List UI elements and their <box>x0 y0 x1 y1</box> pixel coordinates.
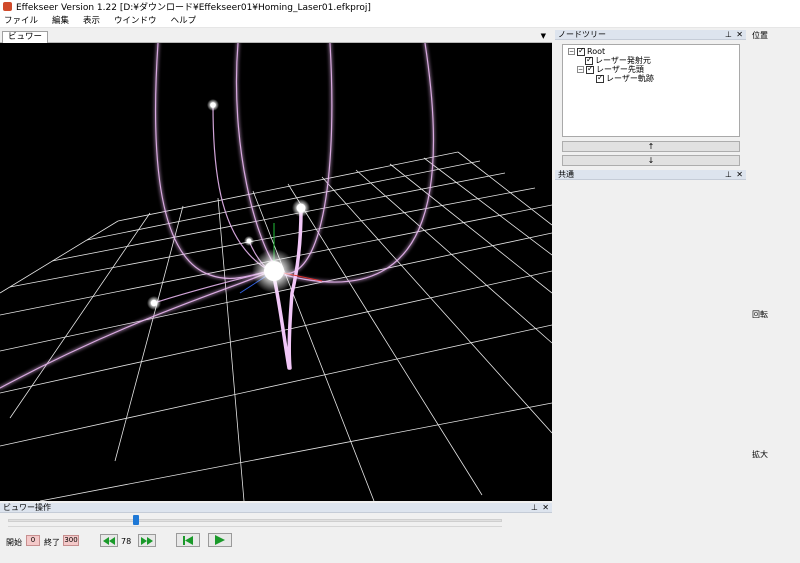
rewind-icon <box>103 536 115 545</box>
viewer-viewport[interactable] <box>0 43 552 501</box>
start-label: 開始 <box>6 538 22 547</box>
checkbox-icon[interactable] <box>596 73 604 83</box>
menu-edit[interactable]: 編集 <box>52 14 69 26</box>
emitter-glow <box>252 249 296 293</box>
end-frame-input[interactable]: 300 <box>63 535 79 546</box>
chevron-down-icon[interactable]: ▼ <box>541 32 546 40</box>
title-bar: Effekseer Version 1.22 [D:¥ダウンロード¥Effeks… <box>0 0 800 13</box>
scale-tab[interactable]: 拡大 <box>752 449 768 460</box>
collapse-icon[interactable]: − <box>568 48 575 55</box>
back-to-start-button[interactable] <box>176 533 200 547</box>
node-tree[interactable]: − Root レーザー発射元 − レーザー先頭 レーザー軌跡 <box>562 44 740 137</box>
frame-slider-track[interactable] <box>8 519 502 522</box>
viewport-scene <box>0 43 552 501</box>
move-up-button[interactable]: ↑ <box>562 141 740 152</box>
app-icon <box>3 2 12 11</box>
close-icon[interactable]: ✕ <box>542 503 549 512</box>
menu-file[interactable]: ファイル <box>4 14 38 26</box>
frame-slider-thumb[interactable] <box>133 515 140 525</box>
collapse-icon[interactable]: − <box>577 66 584 73</box>
current-frame: 78 <box>121 537 132 546</box>
tab-viewer[interactable]: ビュワー <box>2 31 49 43</box>
grid-floor <box>0 151 552 501</box>
window-title: Effekseer Version 1.22 [D:¥ダウンロード¥Effeks… <box>16 3 371 13</box>
play-icon <box>215 535 225 545</box>
viewer-tab-bar: ビュワー ▼ <box>0 29 552 43</box>
node-tree-header: ノードツリー ⊥ ✕ <box>555 30 746 40</box>
end-label: 終了 <box>44 538 60 547</box>
menu-help[interactable]: ヘルプ <box>171 14 197 26</box>
play-button[interactable] <box>208 533 232 547</box>
laser-trails <box>0 43 436 390</box>
checkbox-icon[interactable] <box>577 46 585 56</box>
tree-node-trail[interactable]: レーザー軌跡 <box>596 73 654 83</box>
viewer-ops-header: ビュワー操作 ⊥ ✕ <box>0 503 552 513</box>
menu-bar: ファイル 編集 表示 ウインドウ ヘルプ <box>0 13 800 28</box>
menu-view[interactable]: 表示 <box>83 14 100 26</box>
frame-range-track <box>8 526 502 527</box>
position-tab[interactable]: 位置 <box>752 30 768 41</box>
checkbox-icon[interactable] <box>586 64 594 74</box>
skip-back-icon <box>183 535 193 545</box>
rotation-tab[interactable]: 回転 <box>752 309 768 320</box>
pin-icon[interactable]: ⊥ <box>725 30 732 39</box>
common-header: 共通 ⊥ ✕ <box>555 170 746 180</box>
move-down-button[interactable]: ↓ <box>562 155 740 166</box>
close-icon[interactable]: ✕ <box>736 30 743 39</box>
fast-forward-icon <box>141 536 153 545</box>
menu-window[interactable]: ウインドウ <box>114 14 157 26</box>
pin-icon[interactable]: ⊥ <box>531 503 538 512</box>
close-icon[interactable]: ✕ <box>736 170 743 179</box>
step-back-button[interactable] <box>100 534 118 547</box>
step-forward-button[interactable] <box>138 534 156 547</box>
pin-icon[interactable]: ⊥ <box>725 170 732 179</box>
start-frame-input[interactable]: 0 <box>26 535 40 546</box>
